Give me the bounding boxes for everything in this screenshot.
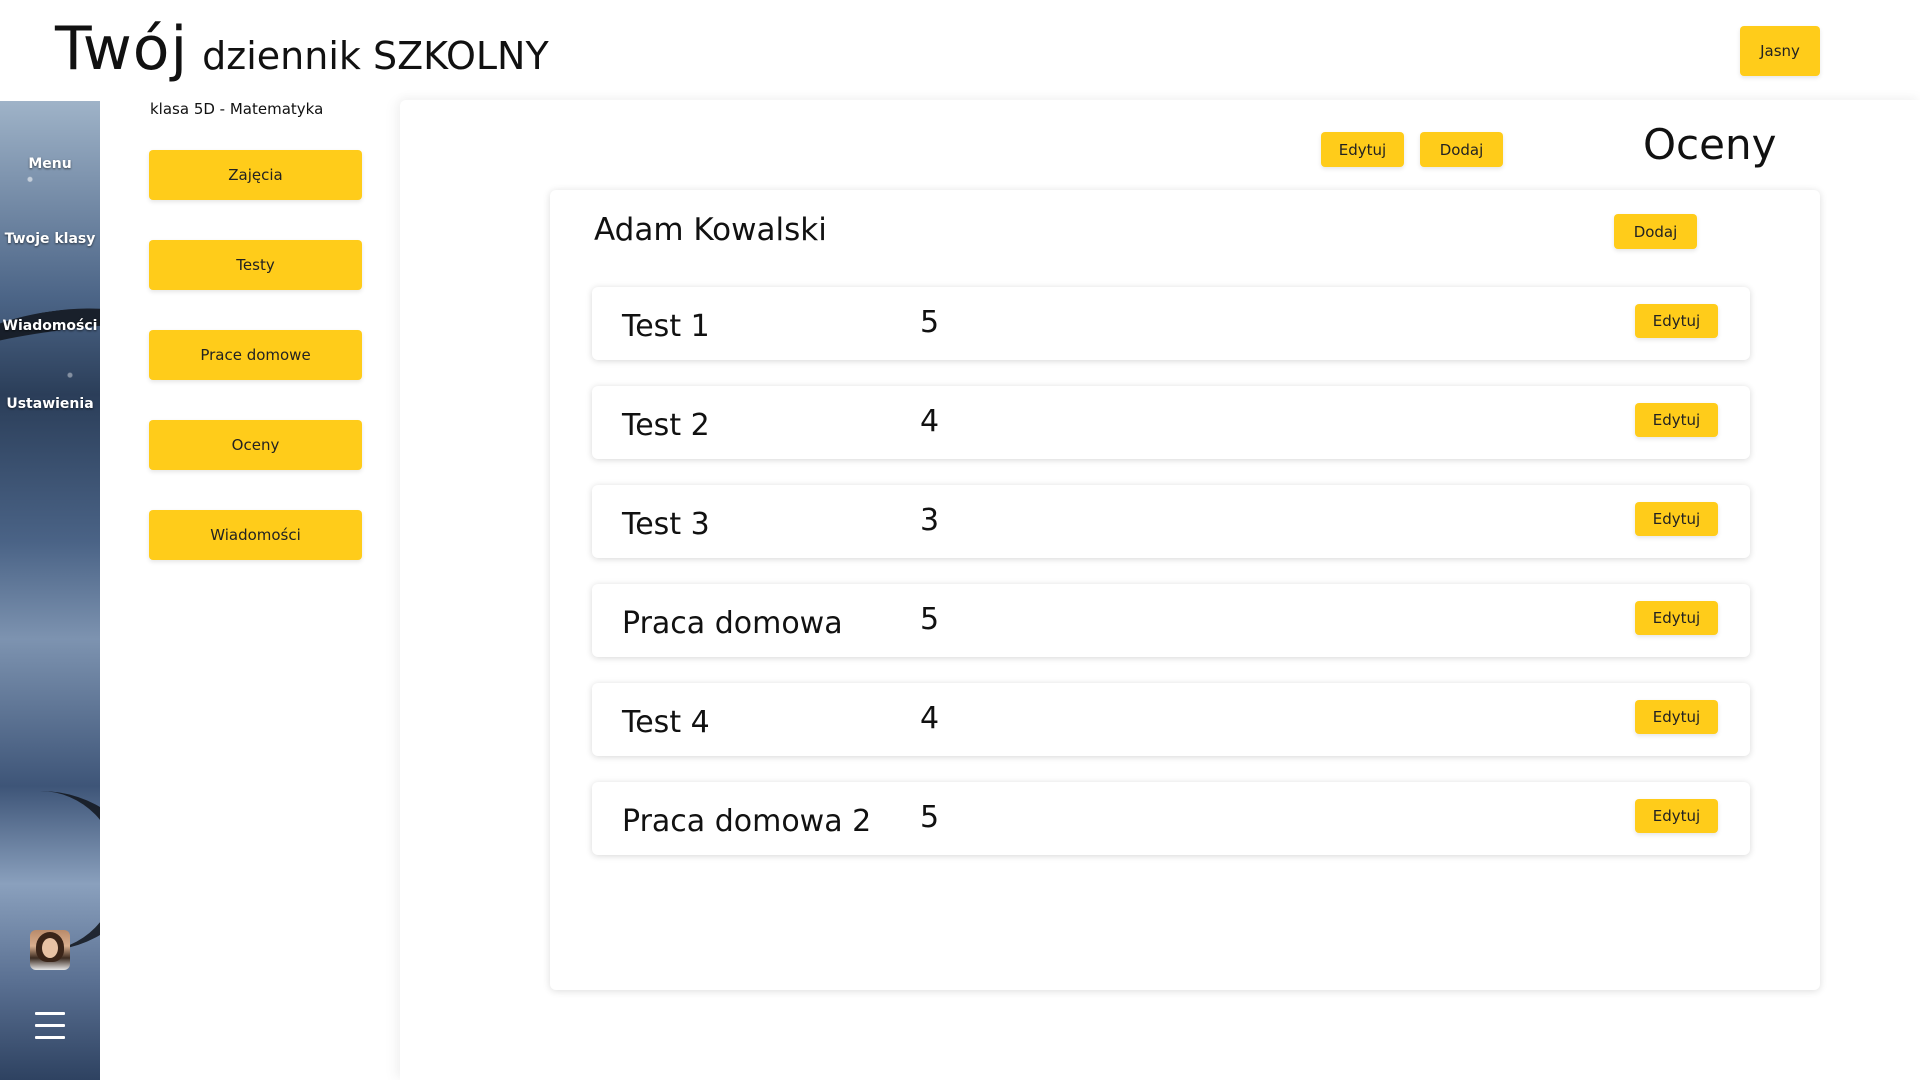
grade-row: Test 3 3 Edytuj [592,485,1750,558]
rail-background-road [0,298,100,384]
grade-value: 5 [920,305,940,340]
app-title-main: Twój [55,14,189,84]
grade-row: Test 4 4 Edytuj [592,683,1750,756]
grade-edit-button[interactable]: Edytuj [1635,799,1718,833]
grade-row: Test 2 4 Edytuj [592,386,1750,459]
hamburger-line [35,1012,65,1015]
grade-name: Praca domowa 2 [622,804,872,839]
grade-name: Test 4 [622,705,710,740]
add-grade-button[interactable]: Dodaj [1614,214,1697,249]
subnav-grades-button[interactable]: Oceny [149,420,362,470]
hamburger-menu-icon[interactable] [35,1012,65,1046]
grade-edit-button[interactable]: Edytuj [1635,700,1718,734]
grade-name: Test 2 [622,408,710,443]
rail-item-menu[interactable]: Menu [0,156,100,172]
grade-edit-button[interactable]: Edytuj [1635,403,1718,437]
grade-value: 4 [920,701,940,736]
avatar[interactable] [30,930,70,970]
app-title: Twój dziennik SZKOLNY [55,14,549,94]
grade-value: 3 [920,503,940,538]
hamburger-line [35,1024,65,1027]
grade-name: Praca domowa [622,606,843,641]
add-grades-button[interactable]: Dodaj [1420,132,1503,167]
hamburger-line [35,1036,65,1039]
grade-value: 4 [920,404,940,439]
app-title-sub: dziennik SZKOLNY [202,34,549,78]
edit-grades-button[interactable]: Edytuj [1321,132,1404,167]
grade-row: Praca domowa 2 5 Edytuj [592,782,1750,855]
page-title: Oceny [1643,120,1777,169]
grade-edit-button[interactable]: Edytuj [1635,502,1718,536]
student-name: Adam Kowalski [594,212,827,248]
subnav-messages-button[interactable]: Wiadomości [149,510,362,560]
grade-name: Test 1 [622,309,710,344]
grade-edit-button[interactable]: Edytuj [1635,304,1718,338]
grade-edit-button[interactable]: Edytuj [1635,601,1718,635]
rail-item-messages[interactable]: Wiadomości [0,318,100,334]
avatar-face [42,938,58,958]
grade-row: Praca domowa 5 Edytuj [592,584,1750,657]
theme-toggle-button[interactable]: Jasny [1740,26,1820,76]
rail-item-classes[interactable]: Twoje klasy [0,231,100,247]
rail-item-settings[interactable]: Ustawienia [0,396,100,412]
subnav-lessons-button[interactable]: Zajęcia [149,150,362,200]
class-label: klasa 5D - Matematyka [150,100,324,118]
grade-value: 5 [920,602,940,637]
subnav-tests-button[interactable]: Testy [149,240,362,290]
grade-name: Test 3 [622,507,710,542]
rail-background-road-lower [0,791,100,951]
side-rail: Menu Twoje klasy Wiadomości Ustawienia [0,101,100,1080]
grade-value: 5 [920,800,940,835]
grade-row: Test 1 5 Edytuj [592,287,1750,360]
subnav-homework-button[interactable]: Prace domowe [149,330,362,380]
